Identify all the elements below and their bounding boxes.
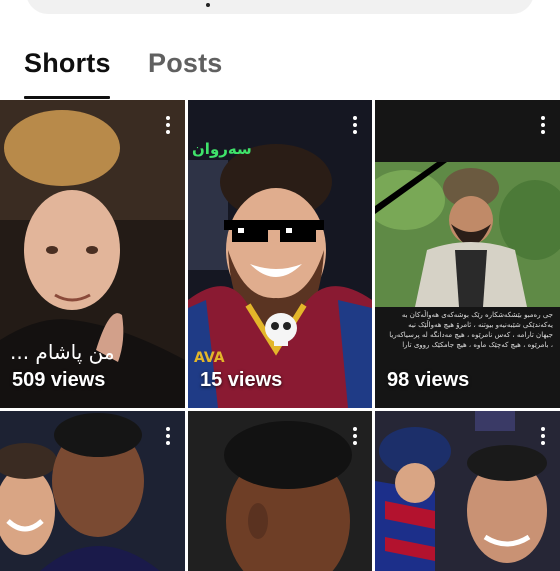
tab-posts[interactable]: Posts [148,48,223,79]
more-options-icon[interactable] [540,427,546,447]
more-options-icon[interactable] [165,116,171,136]
short-thumbnail[interactable] [188,411,372,571]
caption-line: یەکەندێکی شێبەنیەو بیوتنە ، ئامرۆ هیچ هە… [408,321,553,329]
short-thumbnail[interactable]: AVA سەروان 15 views [188,100,372,408]
view-count: 98 views [387,369,470,391]
caption-line: ، بامرێوە ، هیچ کەچێک ماوە ، هیچ جامکێک … [402,341,553,349]
short-thumbnail[interactable]: من پاشام ... 509 views [0,100,185,408]
active-tab-indicator [24,96,110,99]
shorts-grid: من پاشام ... 509 views AVA سەروان 15 vie… [0,100,560,571]
caption-line: جی رەمبو بێشکەشکارە رێک بوشەکەی هەواڵەکا… [401,311,553,319]
more-options-icon[interactable] [352,116,358,136]
view-count: 15 views [200,369,283,391]
thumbnail-image [375,411,560,571]
more-options-icon[interactable] [165,427,171,447]
more-options-icon[interactable] [540,116,546,136]
tab-shorts[interactable]: Shorts [24,48,111,79]
more-options-icon[interactable] [352,427,358,447]
short-caption: جی رەمبو بێشکەشکارە رێک بوشەکەی هەواڵەکا… [381,310,553,350]
thumbnail-image [188,411,372,571]
thumbnail-image [375,100,560,408]
short-thumbnail[interactable] [0,411,185,571]
short-thumbnail[interactable]: جی رەمبو بێشکەشکارە رێک بوشەکەی هەواڵەکا… [375,100,560,408]
storefront-sign: سەروان [192,140,252,158]
view-count: 509 views [12,369,106,391]
svg-text:AVA: AVA [194,350,225,366]
channel-tabs: Shorts Posts [0,42,560,100]
short-caption: من پاشام ... [10,340,115,364]
thumbnail-image [0,411,185,571]
search-bar-partial-text [206,3,210,7]
short-thumbnail[interactable] [375,411,560,571]
search-bar[interactable] [26,0,534,14]
caption-line: جیهان تارامە ، کەس نامرێوە ، هیچ مەدانگە… [389,331,553,339]
